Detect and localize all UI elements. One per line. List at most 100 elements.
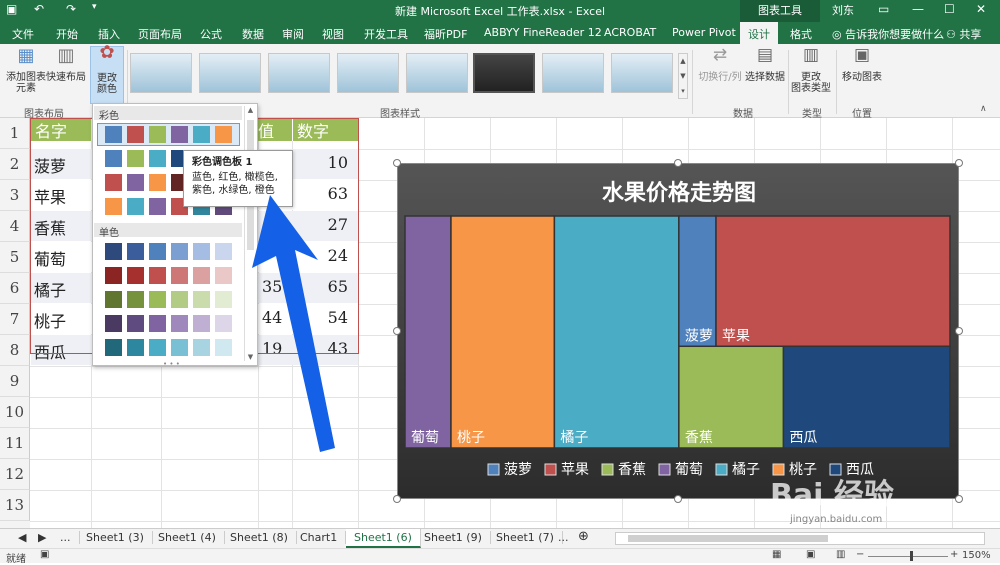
sheet-tab-sheet1-8[interactable]: Sheet1 (8) [230, 531, 297, 544]
normal-view-icon[interactable]: ▦ [772, 549, 781, 560]
tab-foxit-pdf[interactable]: 福昕PDF [424, 26, 467, 42]
switch-row-col-button[interactable]: ⇄ 切换行/列 [697, 47, 743, 84]
tab-design[interactable]: 设计 [740, 22, 778, 44]
ribbon-display-icon[interactable]: ▭ [878, 2, 889, 16]
row-header-3[interactable]: 3 [0, 180, 30, 211]
add-chart-element-button[interactable]: ▦ 添加图表 元素 [4, 47, 48, 95]
row-header-1[interactable]: 1 [0, 118, 30, 149]
share-button[interactable]: ⚇ 共享 [946, 26, 981, 42]
change-chart-type-button[interactable]: ▥ 更改 图表类型 [790, 47, 832, 95]
tab-data[interactable]: 数据 [242, 26, 264, 42]
legend-label[interactable]: 香蕉 [618, 462, 646, 478]
tab-format[interactable]: 格式 [790, 26, 812, 42]
add-sheet-icon[interactable]: ⊕ [578, 529, 597, 544]
treemap-chart[interactable]: 水果价格走势图 葡萄 桃子 橘子 菠萝 苹果 香蕉 西瓜 菠萝 苹果 香蕉 葡萄 橘子 桃子 西瓜 [397, 163, 959, 499]
row-header-7[interactable]: 7 [0, 304, 30, 335]
treemap-tile[interactable] [715, 215, 951, 348]
row-header-2[interactable]: 2 [0, 149, 30, 180]
chart-style-1[interactable] [130, 53, 192, 93]
tab-developer[interactable]: 开发工具 [364, 26, 408, 42]
maximize-icon[interactable]: ☐ [944, 2, 955, 16]
style-gallery-scroll[interactable]: ▲ ▼ ▾ [678, 53, 688, 99]
customize-qat-icon[interactable]: ▾ [92, 2, 97, 12]
chart-style-8[interactable] [611, 53, 673, 93]
row-header-5[interactable]: 5 [0, 242, 30, 273]
chart-title[interactable]: 水果价格走势图 [602, 180, 756, 206]
row-header-4[interactable]: 4 [0, 211, 30, 242]
sheet-tab-sheet1-7[interactable]: Sheet1 (7) [496, 531, 563, 544]
zoom-slider[interactable] [868, 556, 948, 557]
treemap-tile[interactable] [450, 215, 556, 449]
h-scroll-thumb[interactable] [628, 535, 828, 542]
resize-grip-icon[interactable]: • • • [163, 360, 180, 368]
row-header-11[interactable]: 11 [0, 428, 30, 459]
sheet-tab-sheet1-3[interactable]: Sheet1 (3) [86, 531, 153, 544]
chart-style-4[interactable] [337, 53, 399, 93]
resize-handle[interactable] [393, 327, 401, 335]
save-icon[interactable]: ▣ [6, 2, 17, 16]
tab-file[interactable]: 文件 [12, 26, 34, 42]
resize-handle[interactable] [393, 495, 401, 503]
row-header-6[interactable]: 6 [0, 273, 30, 304]
tab-page-layout[interactable]: 页面布局 [138, 26, 182, 42]
chart-style-5[interactable] [406, 53, 468, 93]
user-name[interactable]: 刘东 [832, 2, 854, 18]
row-header-12[interactable]: 12 [0, 459, 30, 490]
row-header-10[interactable]: 10 [0, 397, 30, 428]
page-layout-view-icon[interactable]: ▣ [806, 549, 815, 560]
resize-handle[interactable] [955, 159, 963, 167]
sheet-tab-sheet1-4[interactable]: Sheet1 (4) [158, 531, 225, 544]
undo-icon[interactable]: ↶ [34, 2, 44, 16]
tab-acrobat[interactable]: ACROBAT [604, 26, 656, 39]
zoom-thumb[interactable] [910, 551, 913, 561]
resize-handle[interactable] [955, 327, 963, 335]
row-header-13[interactable]: 13 [0, 490, 30, 521]
page-break-view-icon[interactable]: ▥ [836, 549, 845, 560]
legend-label[interactable]: 橘子 [732, 462, 760, 478]
zoom-out-icon[interactable]: − [856, 549, 864, 560]
horizontal-scrollbar[interactable] [615, 532, 985, 545]
tell-me-box[interactable]: ◎ 告诉我你想要做什么 [832, 26, 944, 42]
legend-label[interactable]: 葡萄 [675, 462, 703, 478]
scroll-up-icon[interactable]: ▲ [245, 106, 256, 114]
resize-handle[interactable] [674, 159, 682, 167]
sheet-tab-sheet1-6[interactable]: Sheet1 (6) [346, 529, 421, 548]
tab-insert[interactable]: 插入 [98, 26, 120, 42]
zoom-level[interactable]: 150% [962, 550, 991, 561]
sheet-tab-chart1[interactable]: Chart1 [300, 531, 347, 544]
collapse-ribbon-icon[interactable]: ∧ [980, 104, 987, 114]
scroll-tabs-left-icon[interactable]: ◀ [18, 531, 34, 544]
redo-icon[interactable]: ↷ [66, 2, 76, 16]
chart-style-6-selected[interactable] [473, 53, 535, 93]
minimize-icon[interactable]: — [912, 2, 924, 16]
resize-handle[interactable] [674, 495, 682, 503]
treemap-tile[interactable] [678, 215, 717, 348]
treemap-tile[interactable] [404, 215, 452, 449]
treemap-tile[interactable] [553, 215, 680, 449]
legend-label[interactable]: 菠萝 [504, 462, 532, 478]
sheet-tab-more-right[interactable]: ... [558, 531, 577, 544]
sheet-tab-sheet1-9[interactable]: Sheet1 (9) [424, 531, 491, 544]
row-header-8[interactable]: 8 [0, 335, 30, 366]
resize-handle[interactable] [393, 159, 401, 167]
tab-formulas[interactable]: 公式 [200, 26, 222, 42]
tab-power-pivot[interactable]: Power Pivot [672, 26, 736, 39]
sheet-tab-more-left[interactable]: ... [60, 531, 80, 544]
change-colors-button[interactable]: ✿ 更改 颜色 [90, 44, 124, 104]
chart-style-2[interactable] [199, 53, 261, 93]
chart-style-3[interactable] [268, 53, 330, 93]
chart-style-7[interactable] [542, 53, 604, 93]
macro-record-icon[interactable]: ▣ [40, 549, 49, 560]
tab-abbyy[interactable]: ABBYY FineReader 12 [484, 26, 602, 39]
legend-label[interactable]: 苹果 [561, 462, 589, 478]
zoom-in-icon[interactable]: + [950, 549, 958, 560]
scroll-tabs-right-icon[interactable]: ▶ [38, 531, 54, 544]
select-data-button[interactable]: ▤ 选择数据 [744, 47, 786, 84]
resize-handle[interactable] [955, 495, 963, 503]
tab-home[interactable]: 开始 [56, 26, 78, 42]
tab-review[interactable]: 审阅 [282, 26, 304, 42]
quick-layout-button[interactable]: ▥ 快速布局 [46, 47, 86, 84]
tab-view[interactable]: 视图 [322, 26, 344, 42]
close-icon[interactable]: ✕ [976, 2, 986, 16]
move-chart-button[interactable]: ▣ 移动图表 [840, 47, 884, 84]
